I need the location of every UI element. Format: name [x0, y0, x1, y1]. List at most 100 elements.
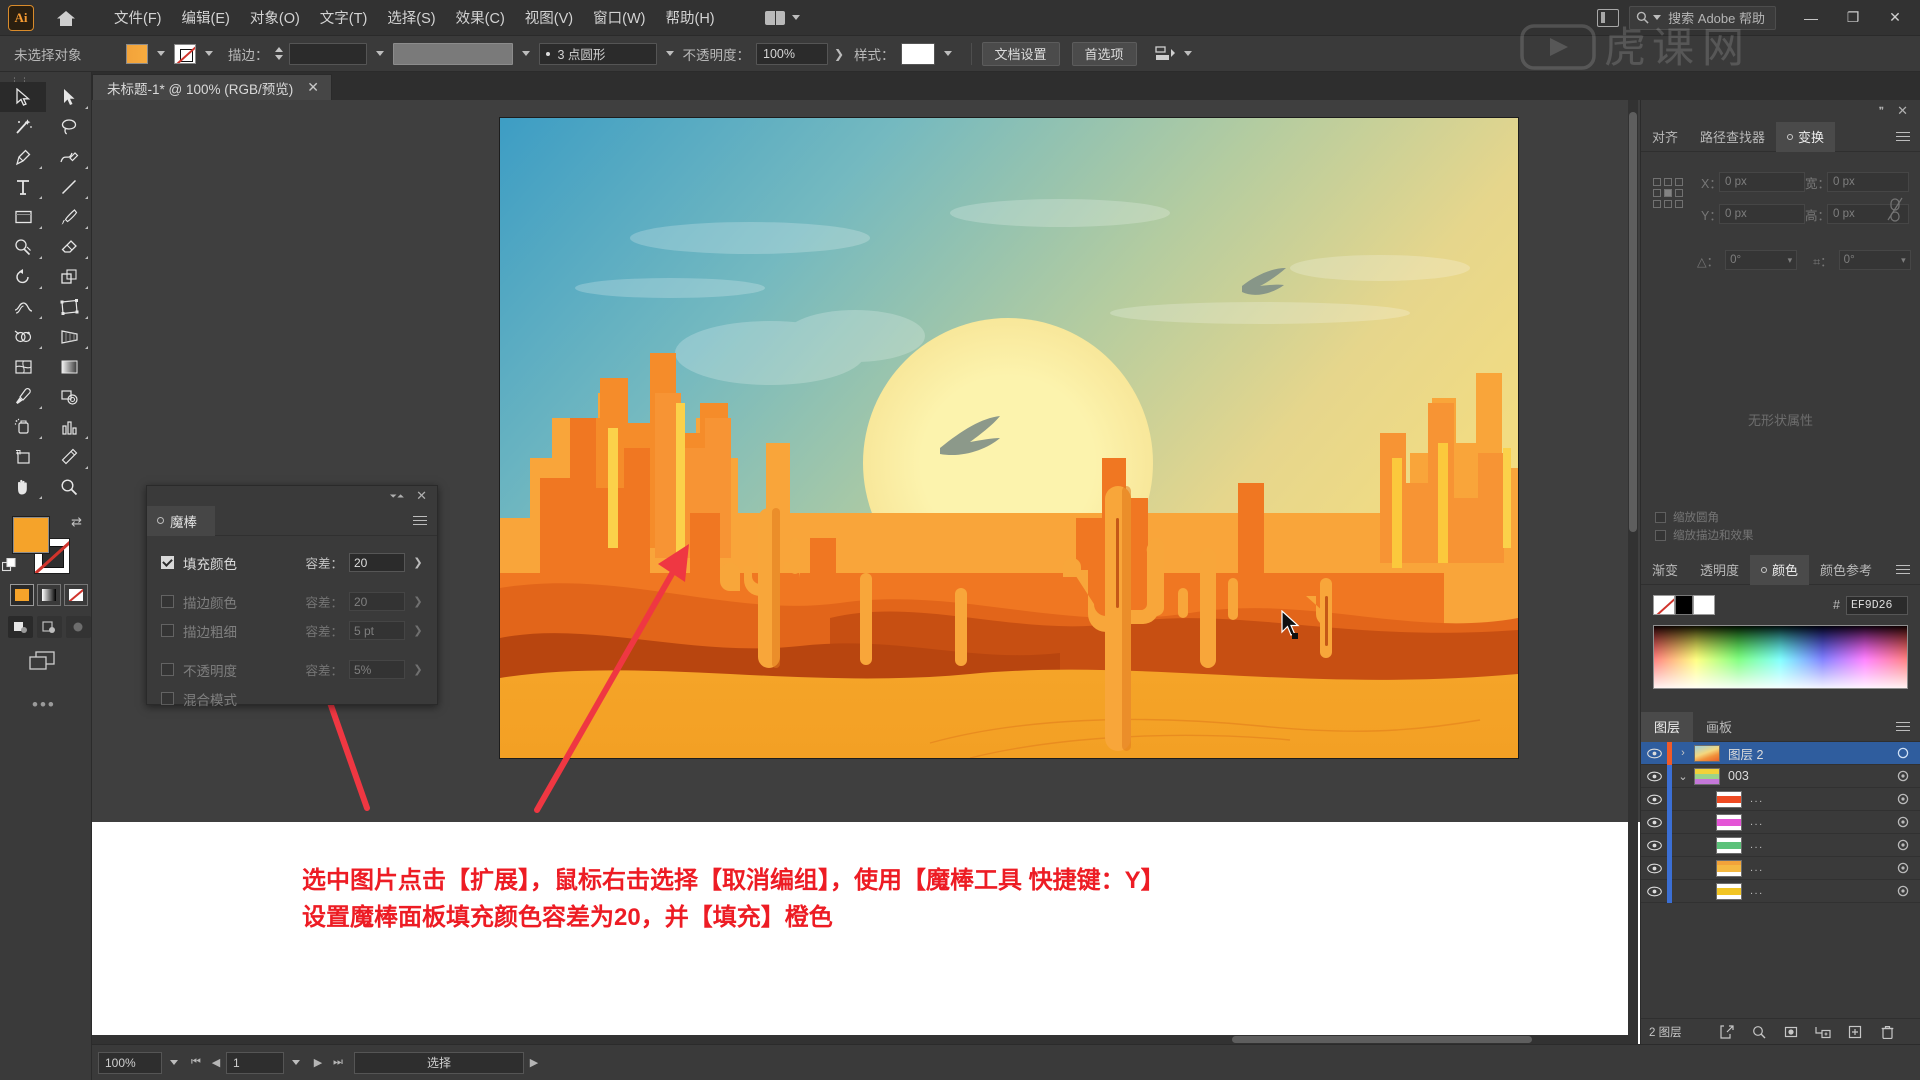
symbol-sprayer-tool[interactable] — [0, 412, 46, 442]
color-spectrum[interactable] — [1653, 625, 1908, 689]
artboard[interactable] — [500, 118, 1518, 758]
target-indicator[interactable] — [1886, 816, 1920, 828]
panel-menu-icon[interactable] — [1896, 564, 1910, 575]
delete-layer-icon[interactable] — [1871, 1025, 1903, 1039]
tab-artboards[interactable]: 画板 — [1693, 712, 1745, 742]
tab-color-guide[interactable]: 颜色参考 — [1809, 555, 1883, 585]
sublayer-name[interactable]: ... — [1750, 793, 1886, 805]
menu-item-window[interactable]: 窗口(W) — [583, 3, 655, 32]
none-mode-button[interactable] — [64, 584, 88, 606]
slice-tool[interactable] — [46, 442, 92, 472]
anchor-tc[interactable] — [1664, 178, 1672, 186]
magic-wand-panel[interactable]: ⏷⏶ ✕ 魔棒 填充颜色 容差： 20 ❯ 描边颜色 容差： 20 ❯ 描边粗细… — [146, 485, 438, 708]
draw-inside-button[interactable] — [66, 616, 91, 638]
zoom-tool[interactable] — [46, 472, 92, 502]
align-chevron-icon[interactable] — [1183, 51, 1192, 56]
selection-tool[interactable] — [0, 82, 46, 112]
opacity-expand-icon[interactable]: ❯ — [828, 47, 850, 61]
visibility-icon[interactable] — [1641, 817, 1667, 828]
tab-transparency[interactable]: 透明度 — [1689, 555, 1750, 585]
opacity-field[interactable]: 100% — [756, 42, 828, 65]
tab-pathfinder[interactable]: 路径查找器 — [1689, 122, 1776, 152]
sublayer-row-1[interactable]: ... — [1641, 787, 1920, 811]
stroke-weight-chevron-icon[interactable] — [375, 51, 384, 56]
sublayer-name[interactable]: ... — [1750, 839, 1886, 851]
visibility-icon[interactable] — [1641, 748, 1667, 759]
eyedropper-tool[interactable] — [0, 382, 46, 412]
maximize-button[interactable]: ❐ — [1832, 3, 1874, 33]
stroke-weight-tolerance-expand-icon[interactable]: ❯ — [411, 624, 425, 637]
menu-item-type[interactable]: 文字(T) — [310, 3, 378, 32]
y-input[interactable]: 0 px — [1719, 204, 1805, 224]
stroke-color-tolerance-expand-icon[interactable]: ❯ — [411, 595, 425, 608]
search-layer-icon[interactable] — [1743, 1025, 1775, 1039]
next-artboard-icon[interactable]: ▶ — [308, 1056, 328, 1069]
fill-tolerance-expand-icon[interactable]: ❯ — [411, 556, 425, 569]
type-tool[interactable] — [0, 172, 46, 202]
stroke-color-checkbox[interactable] — [161, 595, 174, 608]
color-white-swatch[interactable] — [1693, 595, 1715, 615]
minimize-button[interactable]: — — [1790, 3, 1832, 33]
menu-item-help[interactable]: 帮助(H) — [655, 3, 724, 32]
angle-chevron-icon[interactable]: ▾ — [1788, 255, 1793, 266]
width-tool[interactable] — [0, 292, 46, 322]
canvas-horizontal-scrollbar[interactable] — [92, 1035, 1630, 1044]
stroke-profile-chevron-icon[interactable] — [521, 51, 530, 56]
direct-selection-tool[interactable] — [46, 82, 92, 112]
curvature-tool[interactable] — [46, 142, 92, 172]
create-new-layer-icon[interactable] — [1839, 1025, 1871, 1039]
fill-chevron-icon[interactable] — [157, 51, 165, 56]
magic-wand-tool[interactable] — [0, 112, 46, 142]
screen-mode-button[interactable] — [28, 650, 91, 677]
stroke-profile-field[interactable] — [392, 42, 513, 65]
preferences-button[interactable]: 首选项 — [1071, 41, 1137, 66]
locate-object-icon[interactable] — [1711, 1024, 1743, 1039]
gradient-mode-button[interactable] — [37, 584, 61, 606]
angle-input[interactable]: 0° ▾ — [1725, 250, 1798, 270]
opacity-tolerance-expand-icon[interactable]: ❯ — [411, 663, 425, 676]
anchor-ml[interactable] — [1653, 189, 1661, 197]
workspace-switcher[interactable] — [759, 8, 806, 28]
perspective-grid-tool[interactable] — [46, 322, 92, 352]
hex-input[interactable]: EF9D26 — [1846, 595, 1908, 615]
artboard-number-field[interactable]: 1 — [226, 1051, 284, 1074]
rectangle-tool[interactable] — [0, 202, 46, 232]
sublayer-name[interactable]: ... — [1750, 885, 1886, 897]
search-box[interactable]: 搜索 Adobe 帮助 — [1629, 5, 1776, 30]
brush-chevron-icon[interactable] — [665, 51, 674, 56]
visibility-icon[interactable] — [1641, 863, 1667, 874]
x-input[interactable]: 0 px — [1719, 172, 1805, 192]
last-artboard-icon[interactable]: ⏭ — [328, 1056, 348, 1069]
dock-close-icon[interactable]: ✕ — [1897, 103, 1908, 119]
column-graph-tool[interactable] — [46, 412, 92, 442]
sublayer-row-4[interactable]: ... — [1641, 856, 1920, 880]
expand-icon[interactable]: › — [1672, 747, 1694, 759]
make-clipping-mask-icon[interactable] — [1775, 1025, 1807, 1039]
close-button[interactable]: ✕ — [1874, 3, 1916, 33]
menu-item-edit[interactable]: 编辑(E) — [172, 3, 240, 32]
blending-mode-checkbox[interactable] — [161, 692, 174, 705]
layer-row-003[interactable]: ⌄ 003 — [1641, 764, 1920, 788]
fill-tolerance-input[interactable]: 20 — [349, 553, 405, 572]
tab-layers[interactable]: 图层 — [1641, 711, 1694, 742]
free-transform-tool[interactable] — [46, 292, 92, 322]
visibility-icon[interactable] — [1641, 840, 1667, 851]
panel-menu-icon[interactable] — [1896, 721, 1910, 732]
artboard-tool[interactable] — [0, 442, 46, 472]
style-field[interactable] — [900, 42, 935, 65]
prev-artboard-icon[interactable]: ◀ — [206, 1056, 226, 1069]
tab-transform[interactable]: 变换 — [1776, 121, 1836, 152]
target-indicator[interactable] — [1886, 747, 1920, 759]
sublayer-row-5[interactable]: ... — [1641, 879, 1920, 903]
reference-point-selector[interactable] — [1653, 178, 1683, 208]
color-mode-button[interactable] — [10, 584, 34, 606]
panel-menu-icon[interactable] — [1896, 131, 1910, 142]
zoom-level-field[interactable]: 100% — [98, 1051, 162, 1074]
color-black-swatch[interactable] — [1675, 595, 1693, 615]
mesh-tool[interactable] — [0, 352, 46, 382]
sublayer-name[interactable]: ... — [1750, 862, 1886, 874]
layer-row-图层2[interactable]: › 图层 2 — [1641, 741, 1920, 765]
stroke-weight-checkbox[interactable] — [161, 624, 174, 637]
sublayer-name[interactable]: ... — [1750, 816, 1886, 828]
scale-strokes-checkbox[interactable] — [1655, 529, 1666, 541]
